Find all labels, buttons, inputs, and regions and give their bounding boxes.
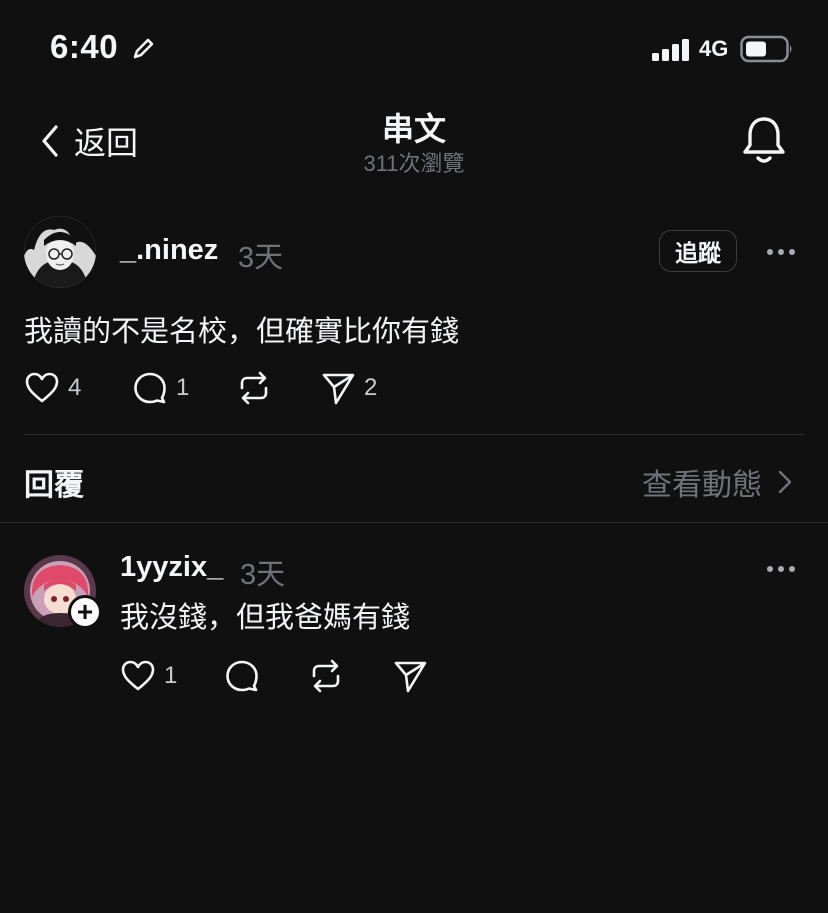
view-activity-link[interactable]: 查看動態 — [642, 460, 794, 504]
repost-icon — [312, 659, 340, 693]
post-time: 3天 — [238, 242, 284, 274]
repost-button[interactable] — [236, 370, 272, 406]
comment-button[interactable]: 1 — [132, 370, 189, 406]
more-options-icon[interactable] — [765, 557, 797, 581]
page-title: 串文 — [381, 111, 446, 147]
network-type: 4G — [699, 36, 729, 61]
like-button[interactable]: 4 — [24, 370, 81, 406]
like-count: 4 — [68, 374, 82, 401]
view-activity-label: 查看動態 — [642, 469, 762, 502]
reply-text: 我沒錢，但我爸媽有錢 — [120, 602, 411, 634]
replies-heading: 回覆 — [24, 469, 84, 502]
post-text: 我讀的不是名校，但確實比你有錢 — [24, 316, 460, 348]
follow-button[interactable]: 追蹤 — [659, 230, 737, 272]
avatar[interactable] — [24, 216, 96, 288]
send-icon — [394, 661, 427, 693]
bell-icon[interactable] — [740, 114, 788, 166]
follow-plus-badge[interactable]: + — [68, 595, 102, 629]
view-count: 311次瀏覽 — [363, 151, 465, 176]
repost-button[interactable] — [308, 658, 344, 694]
post-username[interactable]: _.ninez — [120, 234, 218, 267]
avatar-illustration-icon — [24, 216, 96, 288]
reply-username[interactable]: 1yyzix_ — [120, 551, 223, 584]
comment-count: 1 — [176, 374, 190, 401]
heart-icon — [25, 372, 59, 403]
share-count: 2 — [364, 374, 378, 401]
divider — [0, 522, 828, 523]
comment-button[interactable] — [224, 658, 260, 694]
status-time: 6:40 — [50, 28, 119, 65]
battery-icon — [740, 35, 792, 63]
repost-icon — [240, 371, 268, 405]
send-icon — [322, 373, 355, 405]
like-button[interactable]: 1 — [120, 658, 177, 694]
heart-icon — [121, 660, 155, 691]
share-button[interactable] — [392, 658, 428, 694]
comment-icon — [226, 660, 258, 692]
share-button[interactable]: 2 — [320, 370, 377, 406]
reply-time: 3天 — [240, 559, 286, 591]
comment-icon — [134, 372, 166, 404]
more-options-icon[interactable] — [765, 240, 797, 264]
pencil-icon — [133, 38, 154, 59]
chevron-right-icon — [778, 470, 792, 494]
cellular-signal-icon — [652, 39, 689, 61]
divider — [24, 434, 804, 435]
like-count: 1 — [164, 662, 178, 689]
